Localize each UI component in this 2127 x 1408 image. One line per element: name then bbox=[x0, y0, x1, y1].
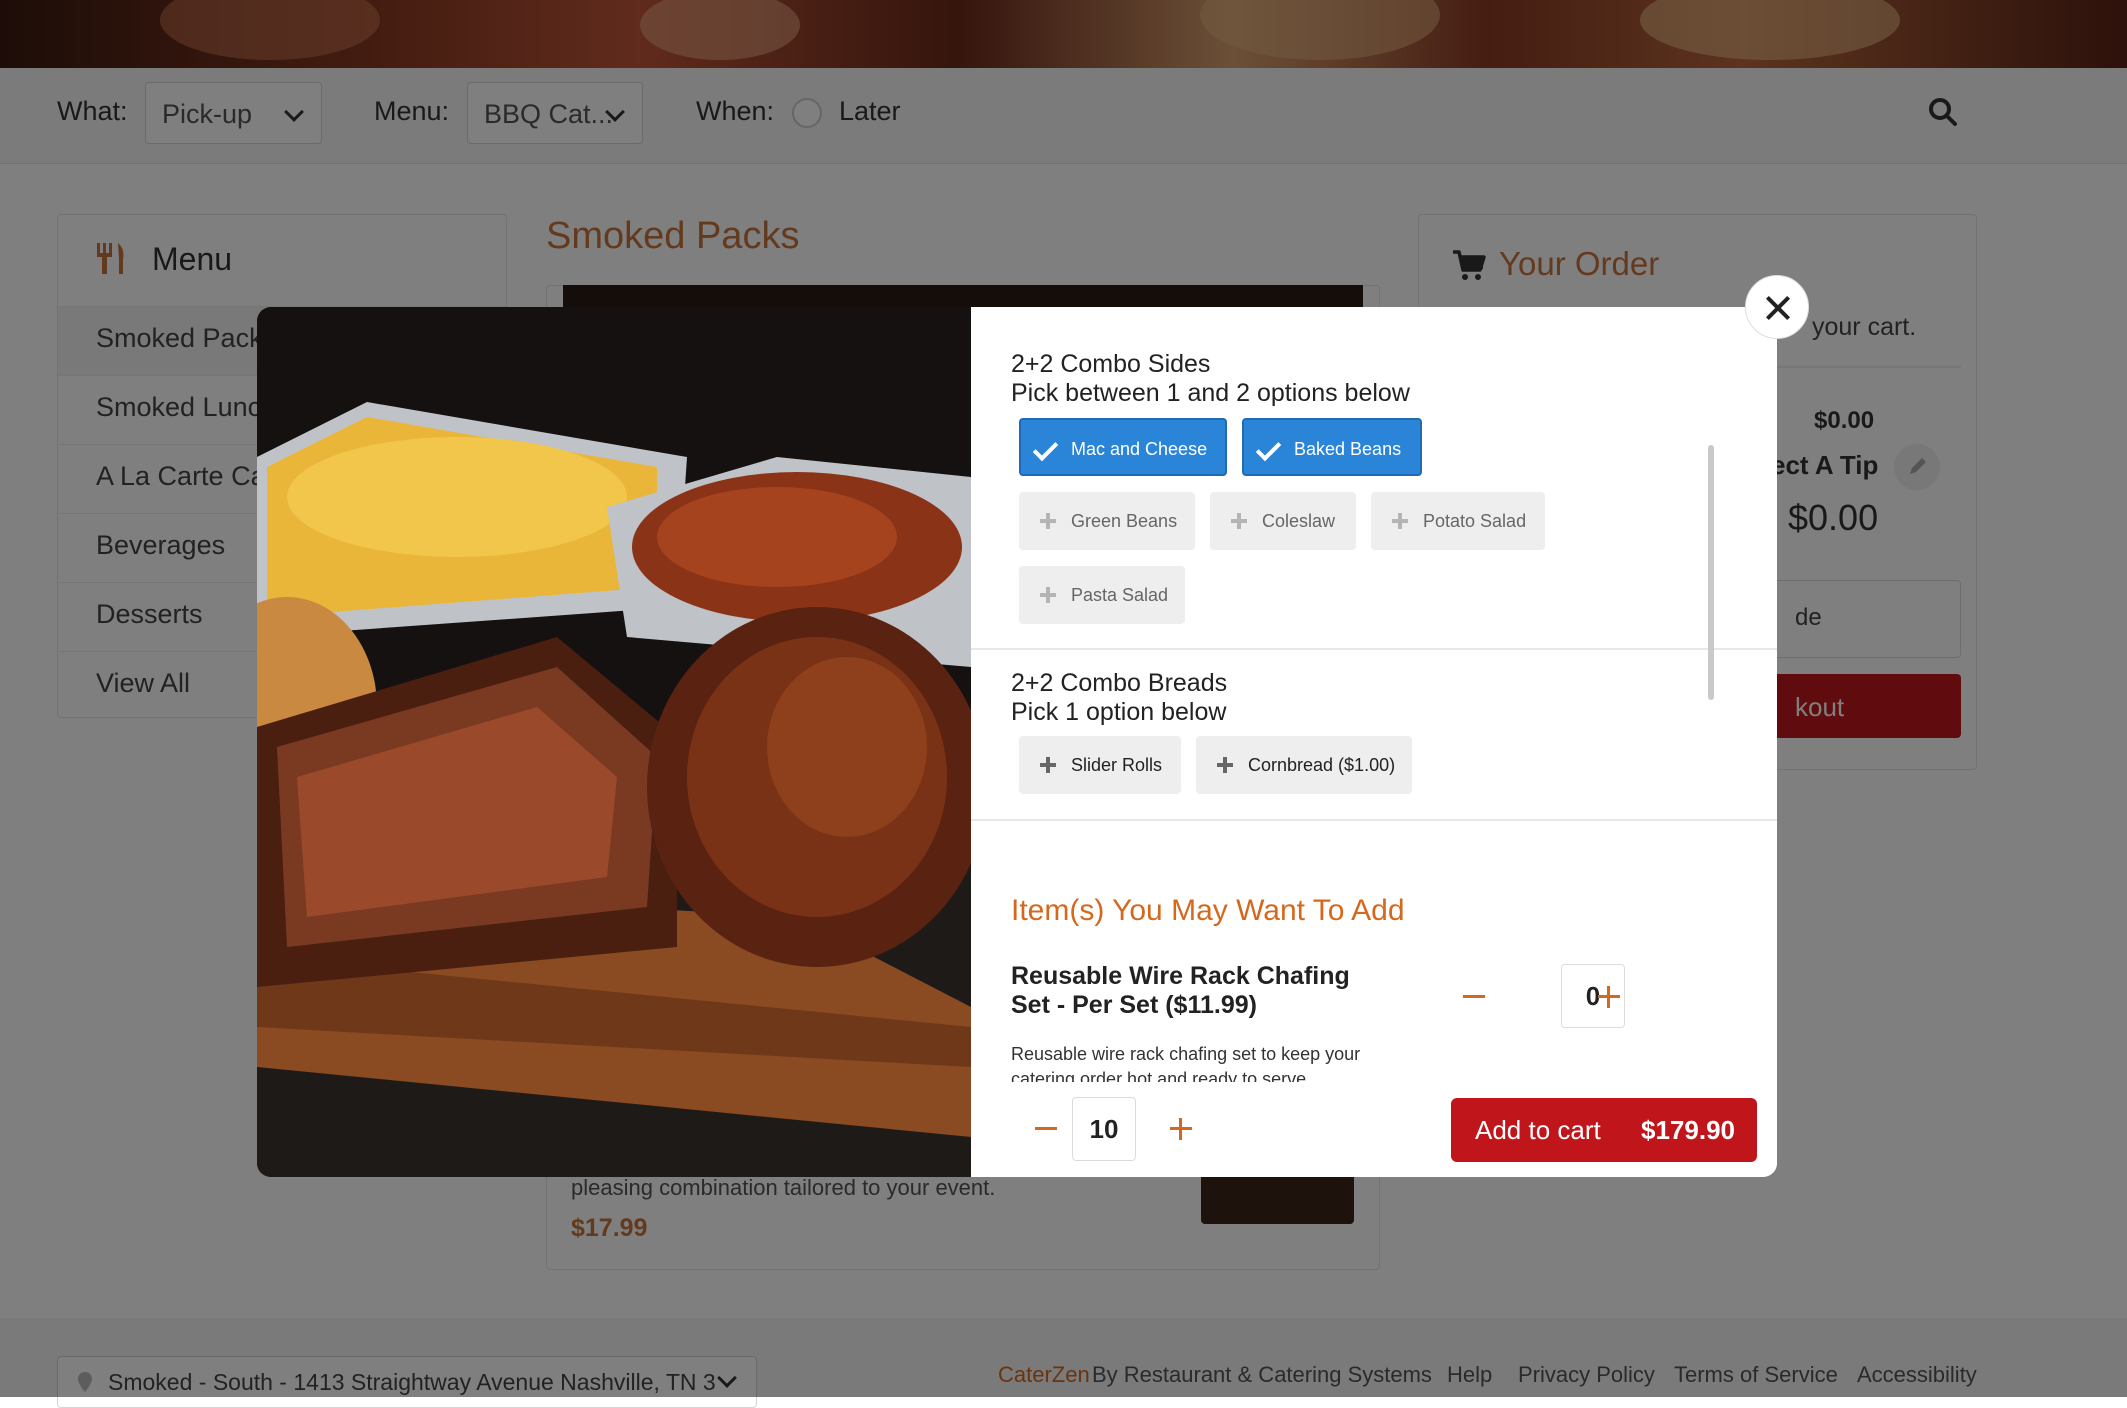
plus-icon bbox=[1223, 757, 1227, 773]
product-options-modal: 2+2 Combo Sides Pick between 1 and 2 opt… bbox=[257, 307, 1777, 1177]
divider bbox=[971, 819, 1777, 821]
side-option-baked-beans[interactable]: Baked Beans bbox=[1242, 418, 1422, 476]
breads-group-subtitle: Pick 1 option below bbox=[1011, 698, 1227, 726]
quantity-input[interactable]: 10 bbox=[1072, 1097, 1136, 1161]
side-option-green-beans[interactable]: Green Beans bbox=[1019, 492, 1195, 550]
quantity-decrease-button[interactable] bbox=[1035, 1127, 1057, 1130]
bread-option-cornbread[interactable]: Cornbread ($1.00) bbox=[1196, 736, 1412, 794]
addon-item-name: Reusable Wire Rack Chafing Set - Per Set… bbox=[1011, 962, 1350, 1019]
option-label: Slider Rolls bbox=[1071, 755, 1163, 775]
plus-icon bbox=[1607, 986, 1610, 1008]
divider bbox=[971, 648, 1777, 650]
breads-group-title: 2+2 Combo Breads bbox=[1011, 669, 1228, 697]
plus-icon bbox=[1046, 757, 1050, 773]
option-label: Pasta Salad bbox=[1071, 585, 1169, 605]
option-label: Cornbread ($1.00) bbox=[1248, 755, 1396, 775]
side-option-coleslaw[interactable]: Coleslaw bbox=[1210, 492, 1356, 550]
options-panel: 2+2 Combo Sides Pick between 1 and 2 opt… bbox=[971, 307, 1777, 1177]
bread-option-slider-rolls[interactable]: Slider Rolls bbox=[1019, 736, 1181, 794]
option-label: Baked Beans bbox=[1294, 439, 1402, 459]
side-option-potato-salad[interactable]: Potato Salad bbox=[1371, 492, 1545, 550]
addons-title: Item(s) You May Want To Add bbox=[1011, 894, 1405, 927]
side-option-mac-and-cheese[interactable]: Mac and Cheese bbox=[1019, 418, 1227, 476]
sides-group-subtitle: Pick between 1 and 2 options below bbox=[1011, 379, 1410, 407]
plus-icon bbox=[1046, 587, 1050, 603]
plus-icon bbox=[1179, 1118, 1182, 1140]
side-option-pasta-salad[interactable]: Pasta Salad bbox=[1019, 566, 1185, 624]
plus-icon bbox=[1237, 513, 1241, 529]
option-label: Potato Salad bbox=[1423, 511, 1527, 531]
close-modal-button[interactable] bbox=[1745, 275, 1809, 339]
check-icon bbox=[1032, 435, 1059, 462]
option-label: Green Beans bbox=[1071, 511, 1178, 531]
plus-icon bbox=[1398, 513, 1402, 529]
sides-group-title: 2+2 Combo Sides bbox=[1011, 350, 1211, 378]
modal-scrollbar[interactable] bbox=[1708, 445, 1714, 700]
plus-icon bbox=[1046, 513, 1050, 529]
option-label: Mac and Cheese bbox=[1071, 439, 1208, 459]
add-to-cart-price: $179.90 bbox=[1641, 1115, 1735, 1145]
product-photo bbox=[257, 307, 971, 1177]
add-to-cart-label: Add to cart bbox=[1475, 1115, 1601, 1145]
add-to-cart-button[interactable]: Add to cart $179.90 bbox=[1451, 1098, 1757, 1162]
addon-decrease-button[interactable] bbox=[1463, 995, 1485, 998]
option-label: Coleslaw bbox=[1262, 511, 1336, 531]
check-icon bbox=[1255, 435, 1282, 462]
